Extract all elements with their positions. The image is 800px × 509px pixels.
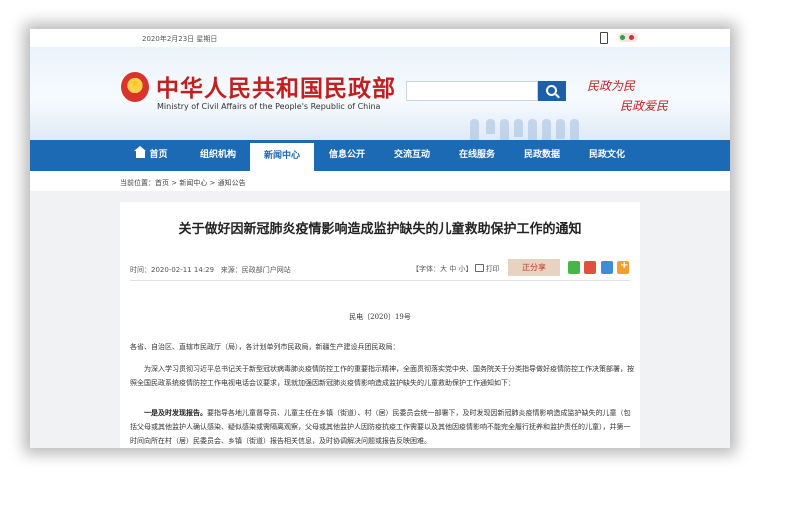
nav-item-home[interactable]: 首页 [123,140,181,171]
home-icon [134,146,147,158]
print-icon[interactable] [474,264,484,272]
search-input[interactable] [406,81,538,101]
site-title[interactable]: 中华人民共和国民政部 [156,69,396,103]
search-icon [546,85,557,96]
font-size-switch[interactable]: 【字体：大 中 小】 [412,265,472,273]
plus-icon[interactable] [617,260,629,274]
article-tools: 【字体：大 中 小】 打印 [412,264,500,274]
nav-item-label: 首页 [149,150,168,160]
article-title: 关于做好因新冠肺炎疫情影响造成监护缺失的儿童救助保护工作的通知 [178,222,582,237]
site-title-english: Ministry of Civil Affairs of the People'… [157,102,381,111]
site-header: 中华人民共和国民政部 Ministry of Civil Affairs of … [30,47,730,147]
nav-item-civil-data[interactable]: 民政数据 [512,140,572,171]
top-bar: 2020年2月23日 星期日 [30,29,730,47]
wechat-icon[interactable] [568,261,580,274]
salutation: 各省、自治区、直辖市民政厅（局），各计划单列市民政局，新疆生产建设兵团民政局： [130,343,400,351]
breadcrumb[interactable]: 当前位置：首页 > 新闻中心 > 通知公告 [120,178,246,188]
publish-time: 时间：2020-02-11 14:29 [130,266,215,274]
nav-item-online-service[interactable]: 在线服务 [447,140,507,171]
slogan-line-1: 民政为民 [587,79,636,93]
article-meta: 时间：2020-02-11 14:29 来源：民政部门户网站 [130,265,291,275]
nav-item-civil-culture[interactable]: 民政文化 [577,140,637,171]
print-link[interactable]: 打印 [486,265,500,273]
divider [130,280,630,281]
article-panel: 关于做好因新冠肺炎疫情影响造成监护缺失的儿童救助保护工作的通知 时间：2020-… [120,202,640,448]
decorative-figure [514,119,523,137]
nav-item-interaction[interactable]: 交流互动 [382,140,442,171]
nav-item-news-center[interactable]: 新闻中心 [250,140,314,171]
decorative-figure [470,119,479,141]
qzone-icon[interactable] [601,261,613,274]
share-button[interactable]: 正分享 [508,259,560,276]
nav-item-info-disclosure[interactable]: 信息公开 [317,140,377,171]
search-button[interactable] [538,81,566,101]
section-1-paragraph: 一是及时发现报告。要指导各地儿童督导员、儿童主任在乡镇（街道）、村（居）民委员会… [130,406,635,448]
national-emblem [121,72,149,102]
document-number: 民电〔2020〕19号 [349,313,411,321]
section-1-heading: 一是及时发现报告。 [144,409,207,417]
nav-item-organization[interactable]: 组织机构 [188,140,248,171]
browser-page-frame: 2020年2月23日 星期日 中华人民共和国民政部 Ministry of Ci… [30,29,730,448]
date-text: 2020年2月23日 星期日 [142,35,218,43]
weibo-share-icon[interactable] [584,261,596,274]
article-source: 来源：民政部门户网站 [220,266,291,274]
decorative-figure [486,119,495,134]
decorative-figure [556,119,565,139]
slogan-line-2: 民政爱民 [620,99,669,113]
weibo-icon[interactable] [618,33,638,42]
intro-paragraph: 为深入学习贯彻习近平总书记关于新型冠状病毒肺炎疫情防控工作的重要指示精神，全面贯… [130,365,634,387]
phone-icon[interactable] [600,32,608,44]
main-nav: 首页 组织机构 新闻中心 信息公开 交流互动 在线服务 民政数据 民政文化 [30,140,730,171]
